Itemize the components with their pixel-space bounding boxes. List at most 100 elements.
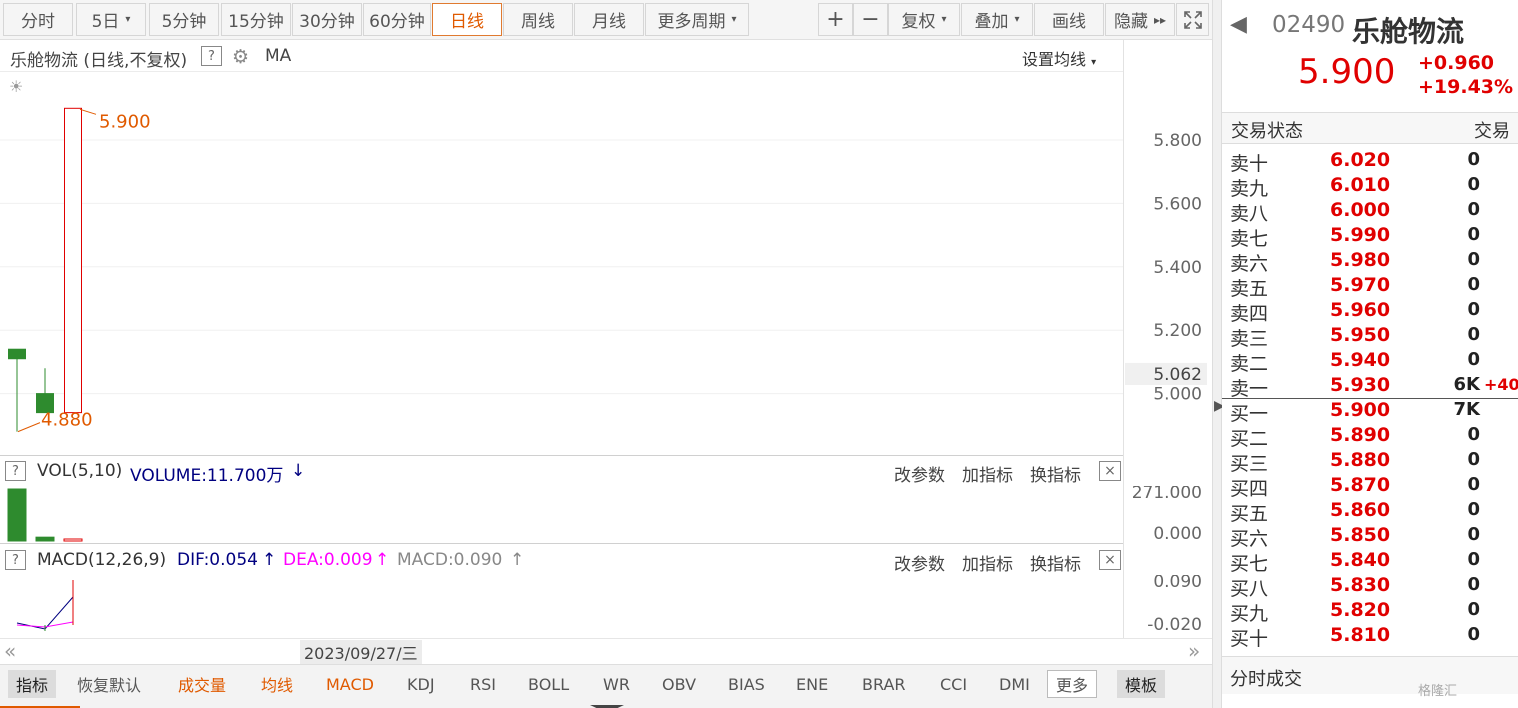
indicator-tab-obv[interactable]: OBV xyxy=(662,670,696,698)
orderbook-price: 5.950 xyxy=(1330,324,1391,346)
period-tab-30min[interactable]: 30分钟 xyxy=(292,3,362,36)
help-icon[interactable]: ? xyxy=(201,46,222,66)
orderbook-level-label: 买九 xyxy=(1230,603,1269,625)
vol-help-icon[interactable]: ? xyxy=(5,461,26,481)
macd-chart[interactable]: 0.090 -0.020 xyxy=(0,575,1212,638)
period-tab-more[interactable]: 更多周期 ▾ xyxy=(645,3,749,36)
orderbook-row[interactable]: 买一 5.900 7K xyxy=(1222,398,1518,425)
indicator-tab-kdj[interactable]: KDJ xyxy=(407,670,435,698)
trade-status-bar: 交易状态 交易 xyxy=(1222,112,1518,144)
period-tab-60min[interactable]: 60分钟 xyxy=(363,3,431,36)
orderbook-row[interactable]: 卖一 5.930 6K +40 xyxy=(1222,373,1518,400)
draw-line-button[interactable]: 画线 xyxy=(1034,3,1104,36)
hide-label: 隐藏 xyxy=(1113,12,1148,32)
fullscreen-button[interactable] xyxy=(1176,3,1209,36)
scroll-right-icon[interactable]: » xyxy=(1188,639,1200,663)
orderbook-volume: 0 xyxy=(1467,449,1480,470)
orderbook-volume: 0 xyxy=(1467,324,1480,345)
macd-panel-header: ? MACD(12,26,9) DIF:0.054 ↑ DEA:0.009 ↑ … xyxy=(0,545,1123,575)
indicator-tab-brar[interactable]: BRAR xyxy=(862,670,906,698)
orderbook-row[interactable]: 卖二 5.940 0 xyxy=(1222,348,1518,375)
vol-title: VOL(5,10) xyxy=(37,461,123,481)
period-tab-5min[interactable]: 5分钟 xyxy=(149,3,219,36)
vol-add-indicator-button[interactable]: 加指标 xyxy=(962,461,1013,486)
orderbook-row[interactable]: 卖七 5.990 0 xyxy=(1222,223,1518,250)
indicator-tab-zhibiao[interactable]: 指标 xyxy=(8,670,57,698)
orderbook-row[interactable]: 卖六 5.980 0 xyxy=(1222,248,1518,275)
indicator-tab-cci[interactable]: CCI xyxy=(940,670,967,698)
orderbook-row[interactable]: 卖十 6.020 0 xyxy=(1222,148,1518,175)
period-tab-weekly[interactable]: 周线 xyxy=(503,3,573,36)
orderbook-row[interactable]: 卖三 5.950 0 xyxy=(1222,323,1518,350)
overlay-dropdown[interactable]: 叠加 ▾ xyxy=(961,3,1033,36)
indicator-tab-dmi[interactable]: DMI xyxy=(999,670,1030,698)
back-icon[interactable]: ◀ xyxy=(1230,12,1247,37)
orderbook-level-label: 买三 xyxy=(1230,453,1269,475)
quote-panel: ◀ 02490 乐舱物流 5.900 +0.960 +19.43% 交易状态 交… xyxy=(1222,0,1518,708)
period-tab-monthly[interactable]: 月线 xyxy=(574,3,644,36)
period-tab-fenshi[interactable]: 分时 xyxy=(3,3,73,36)
orderbook-row[interactable]: 卖五 5.970 0 xyxy=(1222,273,1518,300)
hide-button[interactable]: 隐藏 ▸▸ xyxy=(1105,3,1175,36)
close-icon[interactable]: × xyxy=(1099,550,1121,570)
indicator-tab-bias[interactable]: BIAS xyxy=(728,670,765,698)
orderbook-price: 5.970 xyxy=(1330,274,1391,296)
macd-add-indicator-button[interactable]: 加指标 xyxy=(962,550,1013,575)
fuquan-dropdown[interactable]: 复权 ▾ xyxy=(888,3,960,36)
orderbook-level-label: 卖七 xyxy=(1230,228,1269,250)
orderbook-row[interactable]: 买七 5.840 0 xyxy=(1222,548,1518,575)
orderbook-row[interactable]: 买四 5.870 0 xyxy=(1222,473,1518,500)
orderbook-row[interactable]: 买九 5.820 0 xyxy=(1222,598,1518,625)
indicator-tab-macd[interactable]: MACD xyxy=(326,670,374,698)
double-chevron-right-icon: ▸▸ xyxy=(1153,12,1167,27)
orderbook-row[interactable]: 卖八 6.000 0 xyxy=(1222,198,1518,225)
panel-divider[interactable]: ▶ xyxy=(1212,0,1225,708)
orderbook-row[interactable]: 买二 5.890 0 xyxy=(1222,423,1518,450)
indicator-tab-ene[interactable]: ENE xyxy=(796,670,828,698)
period-tab-daily[interactable]: 日线 xyxy=(432,3,502,36)
macd-switch-indicator-button[interactable]: 换指标 xyxy=(1030,550,1081,575)
orderbook-level-label: 买二 xyxy=(1230,428,1269,450)
zoom-in-button[interactable]: + xyxy=(818,3,853,36)
high-price-label: 5.900 xyxy=(99,111,151,132)
more-indicators-button[interactable]: 更多 xyxy=(1047,670,1098,698)
orderbook-level-label: 卖一 xyxy=(1230,378,1269,400)
indicator-tab-boll[interactable]: BOLL xyxy=(528,670,569,698)
orderbook-volume: 0 xyxy=(1467,524,1480,545)
restore-default-button[interactable]: 恢复默认 xyxy=(77,670,141,698)
period-tab-15min[interactable]: 15分钟 xyxy=(221,3,291,36)
macd-edit-params-button[interactable]: 改参数 xyxy=(894,550,945,575)
set-ma-dropdown[interactable]: 设置均线 ▾ xyxy=(1022,46,1096,70)
collapse-icon[interactable] xyxy=(590,698,624,708)
macd-help-icon[interactable]: ? xyxy=(5,550,26,570)
gear-icon[interactable]: ⚙ xyxy=(232,46,249,68)
orderbook-price: 5.960 xyxy=(1330,299,1391,321)
zoom-out-button[interactable]: − xyxy=(853,3,888,36)
orderbook-row[interactable]: 买六 5.850 0 xyxy=(1222,523,1518,550)
orderbook-row[interactable]: 买十 5.810 0 xyxy=(1222,623,1518,650)
scroll-left-icon[interactable]: « xyxy=(4,639,16,663)
template-button[interactable]: 模板 xyxy=(1117,670,1166,698)
close-icon[interactable]: × xyxy=(1099,461,1121,481)
indicator-tab-rsi[interactable]: RSI xyxy=(470,670,496,698)
indicator-tab-wr[interactable]: WR xyxy=(603,670,630,698)
indicator-tab-ma[interactable]: 均线 xyxy=(261,670,293,698)
vol-switch-indicator-button[interactable]: 换指标 xyxy=(1030,461,1081,486)
orderbook-price: 5.810 xyxy=(1330,624,1391,646)
orderbook-row[interactable]: 卖四 5.960 0 xyxy=(1222,298,1518,325)
orderbook-row[interactable]: 卖九 6.010 0 xyxy=(1222,173,1518,200)
indicator-tab-volume[interactable]: 成交量 xyxy=(178,670,226,698)
trade-status-label: 交易状态 xyxy=(1231,121,1303,142)
kline-chart[interactable]: 5.800 5.600 5.400 5.200 5.0005.062 ☀ 5.900 4.88… xyxy=(0,72,1212,454)
candle-body xyxy=(8,348,26,360)
orderbook-volume: 0 xyxy=(1467,599,1480,620)
orderbook-row[interactable]: 买八 5.830 0 xyxy=(1222,573,1518,600)
volume-chart[interactable]: 271.000 0.000 xyxy=(0,486,1212,542)
orderbook-level-label: 买八 xyxy=(1230,578,1269,600)
orderbook-row[interactable]: 买三 5.880 0 xyxy=(1222,448,1518,475)
stock-name: 乐舱物流 xyxy=(1352,15,1465,48)
vol-edit-params-button[interactable]: 改参数 xyxy=(894,461,945,486)
chart-title: 乐舱物流 (日线,不复权) xyxy=(10,51,188,71)
orderbook-row[interactable]: 买五 5.860 0 xyxy=(1222,498,1518,525)
period-tab-5day[interactable]: 5日 ▾ xyxy=(76,3,146,36)
